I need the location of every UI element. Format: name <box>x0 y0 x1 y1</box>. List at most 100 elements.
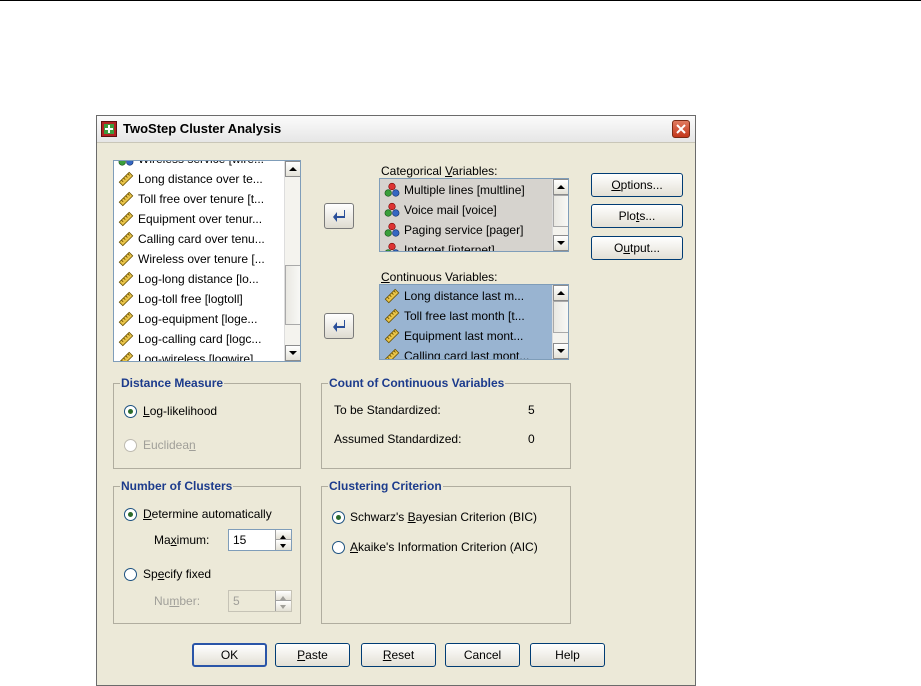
scroll-thumb[interactable] <box>285 265 300 325</box>
triangle-up-icon <box>557 185 565 189</box>
list-item-label: Log-long distance [lo... <box>138 272 259 286</box>
list-item-label: Log-equipment [loge... <box>138 312 258 326</box>
move-arrow-icon <box>333 210 345 222</box>
scale-icon <box>118 271 134 287</box>
close-button[interactable] <box>672 120 690 138</box>
count-continuous-group: Count of Continuous Variables To be Stan… <box>321 376 571 469</box>
number-label: Number: <box>154 594 201 608</box>
euclidean-label: Euclidean <box>143 438 196 452</box>
scroll-down-button[interactable] <box>553 235 568 251</box>
spinner-down-button[interactable] <box>275 540 291 550</box>
number-value: 5 <box>233 594 240 608</box>
list-item-label: Voice mail [voice] <box>404 203 497 217</box>
scale-icon <box>118 311 134 327</box>
scroll-up-button[interactable] <box>285 161 300 177</box>
move-to-categorical-button[interactable] <box>324 203 354 229</box>
list-item-label: Calling card over tenu... <box>138 232 265 246</box>
scale-icon <box>118 211 134 227</box>
determine-automatically-radio[interactable] <box>124 508 137 521</box>
list-item-label: Wireless service [wire... <box>138 161 264 169</box>
specify-fixed-radio[interactable] <box>124 568 137 581</box>
nominal-icon <box>384 222 400 238</box>
count-continuous-title: Count of Continuous Variables <box>328 376 506 390</box>
title-bar[interactable]: TwoStep Cluster Analysis <box>97 116 695 143</box>
bic-label[interactable]: Schwarz's Bayesian Criterion (BIC) <box>350 510 537 524</box>
aic-radio[interactable] <box>332 541 345 554</box>
scale-icon <box>384 308 400 324</box>
distance-measure-group: Distance Measure Log-likelihood Euclidea… <box>113 376 301 469</box>
triangle-down-icon <box>280 605 286 609</box>
list-item-label: Log-wireless [logwire] <box>138 352 254 362</box>
help-button[interactable]: Help <box>530 643 605 667</box>
triangle-down-icon <box>557 241 565 245</box>
aic-label[interactable]: Akaike's Information Criterion (AIC) <box>350 540 538 554</box>
scroll-thumb[interactable] <box>553 301 568 333</box>
maximum-label: Maximum: <box>154 533 210 547</box>
list-item-label: Wireless over tenure [... <box>138 252 265 266</box>
standardized-value: 5 <box>528 403 535 417</box>
triangle-down-icon <box>557 349 565 353</box>
output-button[interactable]: Output... <box>591 236 683 260</box>
continuous-variables-list[interactable]: Long distance last m... Toll free last mo… <box>379 284 569 360</box>
scale-icon <box>118 351 134 361</box>
list-item-label: Toll free over tenure [t... <box>138 192 265 206</box>
list-item-label: Equipment last mont... <box>404 329 524 343</box>
categorical-variables-list[interactable]: Multiple lines [multline] Voice mail [voi… <box>379 178 569 252</box>
triangle-down-icon <box>280 544 286 548</box>
scale-icon <box>118 231 134 247</box>
source-variables-list[interactable]: Wireless service [wire... Long distance o… <box>113 160 301 362</box>
dialog-title: TwoStep Cluster Analysis <box>123 121 282 136</box>
list-item-label: Long distance last m... <box>404 289 525 303</box>
paste-button[interactable]: Paste <box>275 643 350 667</box>
list-item-label: Paging service [pager] <box>404 223 524 237</box>
nominal-icon <box>384 242 400 251</box>
source-list-scrollbar[interactable] <box>284 161 300 361</box>
triangle-down-icon <box>289 351 297 355</box>
continuous-label: Continuous Variables: <box>381 270 498 284</box>
list-item-label: Calling card last mont... <box>404 349 530 360</box>
continuous-scrollbar[interactable] <box>552 285 568 359</box>
spinner-up-button <box>275 591 291 601</box>
nominal-icon <box>384 202 400 218</box>
nominal-icon <box>118 161 134 167</box>
move-to-continuous-button[interactable] <box>324 313 354 339</box>
scroll-down-button[interactable] <box>285 345 300 361</box>
scale-icon <box>118 331 134 347</box>
maximum-value[interactable]: 15 <box>233 533 246 547</box>
ok-button[interactable]: OK <box>192 643 267 667</box>
move-arrow-icon <box>333 320 345 332</box>
loglikelihood-label[interactable]: Log-likelihood <box>143 404 217 418</box>
scroll-down-button[interactable] <box>553 343 568 359</box>
plots-button[interactable]: Plots... <box>591 204 683 228</box>
clustering-criterion-group: Clustering Criterion Schwarz's Bayesian … <box>321 479 571 624</box>
list-item-label: Log-calling card [logc... <box>138 332 262 346</box>
scale-icon <box>384 328 400 344</box>
scroll-up-button[interactable] <box>553 179 568 195</box>
clustering-criterion-title: Clustering Criterion <box>328 479 443 493</box>
scale-icon <box>118 251 134 267</box>
spinner-up-button[interactable] <box>275 530 291 540</box>
scroll-thumb[interactable] <box>553 195 568 227</box>
reset-button[interactable]: Reset <box>361 643 436 667</box>
scroll-up-button[interactable] <box>553 285 568 301</box>
list-item-label: Internet [internet] <box>404 243 495 252</box>
options-button[interactable]: Options... <box>591 173 683 197</box>
loglikelihood-radio[interactable] <box>124 405 137 418</box>
close-icon <box>676 124 686 134</box>
determine-automatically-label[interactable]: Determine automatically <box>143 507 272 521</box>
scale-icon <box>384 288 400 304</box>
standardized-label: To be Standardized: <box>334 403 441 417</box>
categorical-scrollbar[interactable] <box>552 179 568 251</box>
top-border-line <box>0 0 921 1</box>
specify-fixed-label[interactable]: Specify fixed <box>143 567 211 581</box>
bic-radio[interactable] <box>332 511 345 524</box>
twostep-cluster-dialog: TwoStep Cluster Analysis Wireless servic… <box>96 115 696 686</box>
list-item-label: Toll free last month [t... <box>404 309 525 323</box>
cancel-button[interactable]: Cancel <box>445 643 520 667</box>
triangle-up-icon <box>557 291 565 295</box>
scale-icon <box>118 191 134 207</box>
number-spinner: 5 <box>228 590 292 612</box>
triangle-up-icon <box>289 167 297 171</box>
list-item-label: Equipment over tenur... <box>138 212 263 226</box>
maximum-spinner[interactable]: 15 <box>228 529 292 551</box>
